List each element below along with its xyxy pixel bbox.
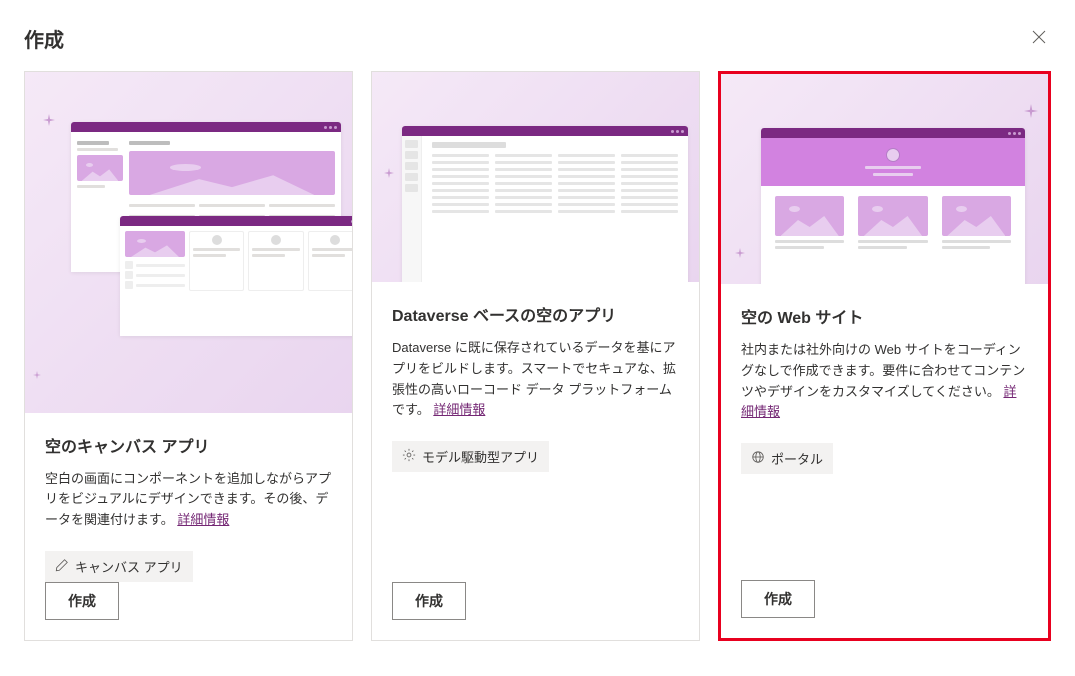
illustration-canvas [25, 72, 352, 413]
create-button[interactable]: 作成 [741, 580, 815, 618]
tag-label: キャンバス アプリ [75, 557, 183, 576]
tag-label: モデル駆動型アプリ [422, 447, 539, 466]
create-dialog: 作成 [0, 0, 1075, 641]
info-link[interactable]: 詳細情報 [177, 512, 229, 527]
card-canvas-app[interactable]: 空のキャンバス アプリ 空白の画面にコンポーネントを追加しながらアプリをビジュア… [24, 71, 353, 641]
close-icon [1031, 29, 1047, 48]
card-description: 空白の画面にコンポーネントを追加しながらアプリをビジュアルにデザインできます。そ… [45, 469, 332, 531]
card-description: 社内または社外向けの Web サイトをコーディングなしで作成できます。要件に合わ… [741, 340, 1028, 423]
card-title: Dataverse ベースの空のアプリ [392, 302, 679, 326]
create-button[interactable]: 作成 [45, 582, 119, 620]
close-button[interactable] [1027, 25, 1051, 52]
cards-row: 空のキャンバス アプリ 空白の画面にコンポーネントを追加しながらアプリをビジュア… [24, 71, 1051, 641]
tag-canvas-app: キャンバス アプリ [45, 551, 193, 582]
dialog-header: 作成 [24, 24, 1051, 53]
globe-icon [751, 450, 765, 467]
tag-portal: ポータル [741, 443, 833, 474]
pencil-icon [55, 558, 69, 575]
illustration-web [721, 74, 1048, 284]
card-description: Dataverse に既に保存されているデータを基にアプリをビルドします。スマー… [392, 338, 679, 421]
card-title: 空のキャンバス アプリ [45, 433, 332, 457]
info-link[interactable]: 詳細情報 [433, 402, 485, 417]
card-web-site[interactable]: 空の Web サイト 社内または社外向けの Web サイトをコーディングなしで作… [718, 71, 1051, 641]
card-dataverse-app[interactable]: Dataverse ベースの空のアプリ Dataverse に既に保存されている… [371, 71, 700, 641]
tag-label: ポータル [771, 449, 823, 468]
create-button[interactable]: 作成 [392, 582, 466, 620]
card-title: 空の Web サイト [741, 304, 1028, 328]
gear-icon [402, 448, 416, 465]
dialog-title: 作成 [24, 24, 64, 53]
tag-model-driven: モデル駆動型アプリ [392, 441, 549, 472]
illustration-model [372, 72, 699, 282]
